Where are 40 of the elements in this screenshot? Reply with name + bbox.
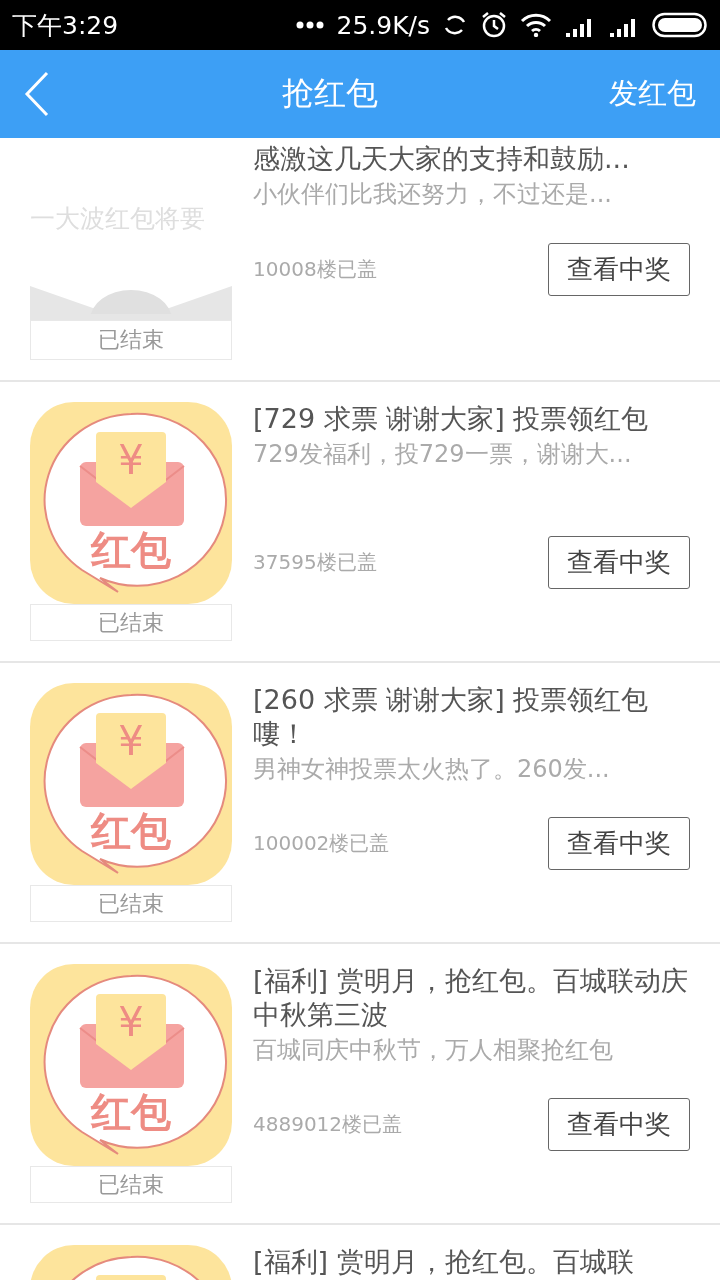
network-speed: 25.9K/s — [336, 10, 430, 40]
back-button[interactable] — [24, 71, 50, 117]
view-winners-button[interactable]: 查看中奖 — [548, 243, 690, 296]
view-winners-button[interactable]: 查看中奖 — [548, 1098, 690, 1151]
battery-icon — [652, 12, 708, 38]
item-title: [729 求票 谢谢大家] 投票领红包 — [253, 402, 650, 436]
yen-symbol: ¥ — [118, 718, 144, 764]
floor-count: 10008楼已盖 — [253, 256, 377, 283]
icon-caption: 红包 — [91, 527, 171, 573]
item-title: [福利] 赏明月，抢红包。百城联 — [253, 1245, 635, 1279]
status-time: 下午3:29 — [12, 9, 119, 42]
list-item[interactable]: ¥ 红包 已结束 [729 求票 谢谢大家] 投票领红包 729发福利，投729一票，谢谢大... 37595楼已盖 查看中奖 — [0, 382, 720, 663]
view-winners-button[interactable]: 查看中奖 — [548, 817, 690, 870]
item-title: [福利] 赏明月，抢红包。百城联动庆中秋第三波 — [253, 964, 689, 1032]
item-summary: 729发福利，投729一票，谢谢大... — [253, 439, 633, 470]
back-icon — [24, 71, 50, 117]
item-summary: 百城同庆中秋节，万人相聚抢红包 — [253, 1035, 614, 1066]
status-label: 已结束 — [30, 1166, 232, 1203]
item-title: 感激这几天大家的支持和鼓励... — [253, 142, 631, 176]
wifi-icon — [520, 13, 552, 37]
status-label: 已结束 — [30, 320, 232, 360]
yen-symbol: ¥ — [118, 437, 144, 483]
item-summary: 男神女神投票太火热了。260发... — [253, 754, 611, 785]
floor-count: 100002楼已盖 — [253, 830, 390, 857]
status-label: 已结束 — [30, 885, 232, 922]
icon-caption: 红包 — [91, 1089, 171, 1135]
floor-count: 4889012楼已盖 — [253, 1111, 403, 1138]
icon-caption: 红包 — [91, 808, 171, 854]
item-title: [260 求票 谢谢大家] 投票领红包嘍！ — [253, 683, 650, 751]
list-item[interactable]: ¥ 红包 已结束 [福利] 赏明月，抢红包。百城联动庆中秋第三波 百城同庆中秋节，万人相聚抢红包 4889012楼已盖 查看中奖 — [0, 944, 720, 1225]
yen-symbol: ¥ — [118, 999, 144, 1045]
list-item[interactable]: ¥ 红包 已结束 [260 求票 谢谢大家] 投票领红包嘍！ 男神女神投票太火热了。260发... 100002楼已盖 查看中奖 — [0, 663, 720, 944]
item-summary: 小伙伴们比我还努力，不过还是... — [253, 179, 613, 210]
floor-count: 37595楼已盖 — [253, 549, 377, 576]
list-item[interactable]: [福利] 赏明月，抢红包。百城联 — [0, 1225, 720, 1280]
more-dots-icon — [296, 21, 325, 29]
status-label: 已结束 — [30, 604, 232, 641]
view-winners-button[interactable]: 查看中奖 — [548, 536, 690, 589]
page-title: 抢红包 — [281, 73, 378, 114]
alarm-icon — [480, 11, 508, 39]
